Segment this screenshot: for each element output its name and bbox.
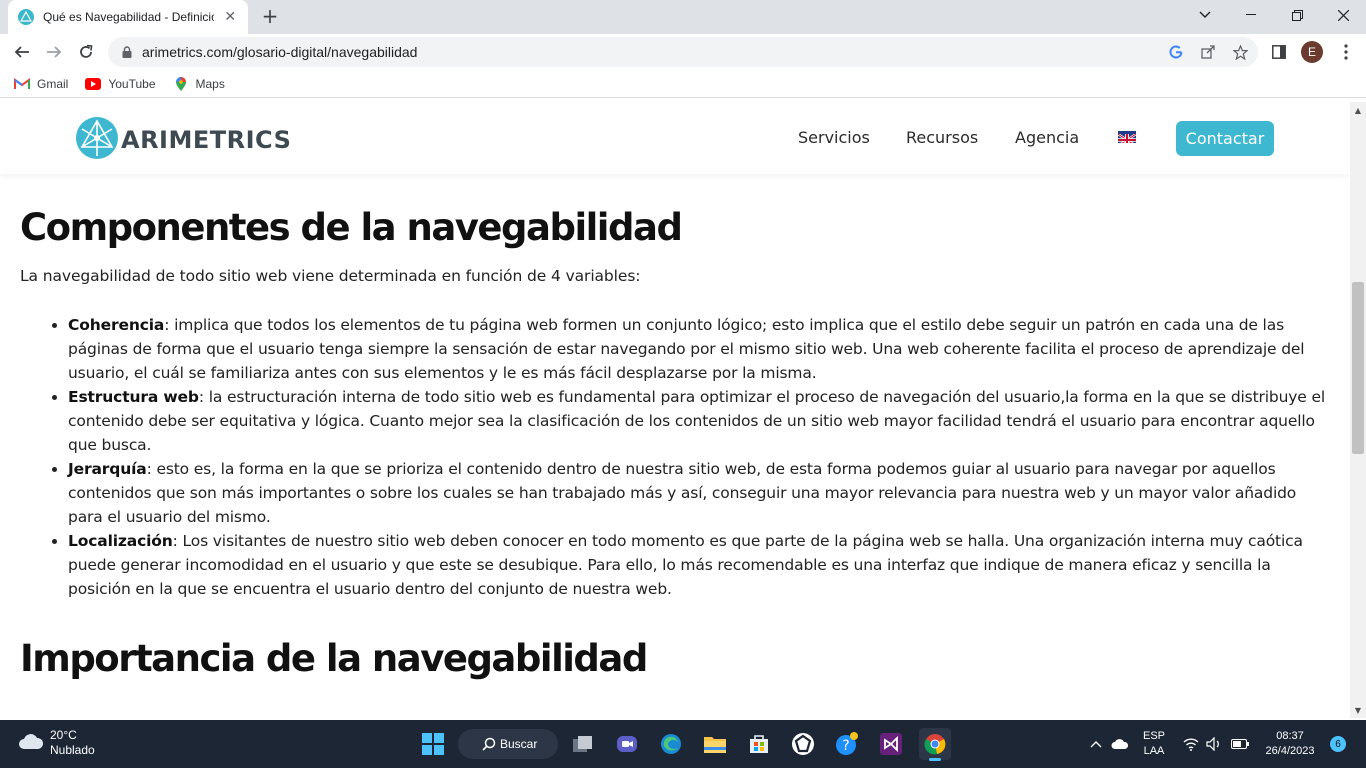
bookmarks-bar: Gmail YouTube Maps xyxy=(0,70,1366,98)
onedrive-cloud-icon[interactable] xyxy=(1110,728,1130,760)
minimize-icon[interactable] xyxy=(1228,0,1274,30)
clock[interactable]: 08:37 26/4/2023 xyxy=(1258,729,1322,759)
bookmark-gmail[interactable]: Gmail xyxy=(14,76,68,92)
weather-widget[interactable]: 20°C Nublado xyxy=(18,728,95,758)
chrome-icon[interactable] xyxy=(919,728,951,761)
browser-toolbar: arimetrics.com/glosario-digital/navegabi… xyxy=(0,34,1366,70)
list-item-text: : Los visitantes de nuestro sitio web de… xyxy=(68,532,1303,598)
site-logo[interactable]: ARIMETRICS xyxy=(75,116,291,164)
microsoft-store-icon[interactable] xyxy=(743,728,775,760)
windows-start-icon[interactable] xyxy=(417,728,449,760)
section-heading-importancia: Importancia de la navegabilidad xyxy=(20,637,648,680)
list-item-term: Localización xyxy=(68,532,173,550)
logo-text: ARIMETRICS xyxy=(121,126,292,154)
list-item-text: : implica que todos los elementos de tu … xyxy=(68,316,1305,382)
search-label: Buscar xyxy=(500,737,538,751)
arimetrics-favicon-icon xyxy=(18,9,34,25)
section-heading-componentes: Componentes de la navegabilidad xyxy=(20,206,683,249)
battery-icon[interactable] xyxy=(1229,728,1251,760)
language-indicator[interactable]: ESP LAA xyxy=(1140,729,1168,759)
clock-time: 08:37 xyxy=(1276,730,1304,742)
list-item-term: Coherencia xyxy=(68,316,165,334)
youtube-icon xyxy=(85,76,102,92)
arimetrics-logo-icon xyxy=(75,116,119,164)
site-header: ARIMETRICS Servicios Recursos Agencia Co… xyxy=(0,102,1350,174)
side-panel-icon[interactable] xyxy=(1269,42,1289,62)
tab-search-icon[interactable] xyxy=(1182,0,1228,30)
scroll-down-icon[interactable]: ▼ xyxy=(1350,702,1366,718)
back-icon[interactable] xyxy=(8,38,36,66)
address-bar[interactable]: arimetrics.com/glosario-digital/navegabi… xyxy=(108,37,1258,67)
app-shield-icon[interactable] xyxy=(787,728,819,760)
share-icon[interactable] xyxy=(1200,44,1216,60)
wifi-icon[interactable] xyxy=(1181,728,1201,760)
scroll-up-icon[interactable]: ▲ xyxy=(1350,102,1366,118)
google-icon[interactable] xyxy=(1168,44,1184,60)
list-item-term: Estructura web xyxy=(68,388,199,406)
new-tab-button[interactable]: + xyxy=(258,5,282,29)
forward-icon[interactable] xyxy=(40,38,68,66)
file-explorer-icon[interactable] xyxy=(699,728,731,760)
taskbar-search[interactable]: Buscar xyxy=(458,729,558,759)
lock-icon[interactable] xyxy=(122,43,132,62)
edge-icon[interactable] xyxy=(655,728,687,760)
teams-chat-icon[interactable] xyxy=(611,728,643,760)
page-scrollbar[interactable]: ▲ ▼ xyxy=(1350,102,1366,718)
menu-kebab-icon[interactable] xyxy=(1336,42,1356,62)
volume-icon[interactable] xyxy=(1204,728,1224,760)
clock-date: 26/4/2023 xyxy=(1265,745,1315,757)
restore-icon[interactable] xyxy=(1274,0,1320,30)
list-item: Jerarquía: esto es, la forma en la que s… xyxy=(68,457,1330,529)
task-view-icon[interactable] xyxy=(567,728,599,760)
list-item: Estructura web: la estructuración intern… xyxy=(68,385,1330,457)
bookmark-label: Maps xyxy=(195,76,225,91)
component-list: Coherencia: implica que todos los elemen… xyxy=(20,313,1330,601)
uk-flag-icon[interactable] xyxy=(1118,131,1136,143)
bookmark-youtube[interactable]: YouTube xyxy=(85,76,156,92)
url-text: arimetrics.com/glosario-digital/navegabi… xyxy=(142,44,418,60)
list-item: Localización: Los visitantes de nuestro … xyxy=(68,529,1330,601)
list-item-text: : la estructuración interna de todo siti… xyxy=(68,388,1326,454)
bookmark-maps[interactable]: Maps xyxy=(173,76,225,92)
help-icon[interactable]: ? xyxy=(831,728,863,760)
svg-text:?: ? xyxy=(842,738,849,754)
gmail-icon xyxy=(14,76,30,92)
windows-taskbar: 20°C Nublado Buscar ? ESP LAA 08:37 26/4… xyxy=(0,720,1366,768)
temperature: 20°C xyxy=(50,728,77,742)
reload-icon[interactable] xyxy=(72,38,100,66)
chevron-up-icon[interactable] xyxy=(1086,728,1106,760)
page-viewport: ARIMETRICS Servicios Recursos Agencia Co… xyxy=(0,102,1350,718)
search-icon xyxy=(482,737,496,754)
intro-paragraph: La navegabilidad de todo sitio web viene… xyxy=(20,267,641,285)
nav-servicios[interactable]: Servicios xyxy=(798,128,870,147)
article-content: Componentes de la navegabilidad La naveg… xyxy=(20,206,1330,681)
tab-close-icon[interactable]: ✕ xyxy=(222,9,238,25)
cloud-icon xyxy=(18,732,44,754)
browser-tab[interactable]: Qué es Navegabilidad - Definición ✕ xyxy=(8,0,248,34)
contact-button[interactable]: Contactar xyxy=(1176,121,1274,156)
keyboard-layout: LAA xyxy=(1143,745,1165,757)
list-item-text: : esto es, la forma en la que se prioriz… xyxy=(68,460,1297,526)
tab-strip: Qué es Navegabilidad - Definición ✕ + xyxy=(0,0,1366,34)
list-item: Coherencia: implica que todos los elemen… xyxy=(68,313,1330,385)
language-code: ESP xyxy=(1142,730,1165,742)
profile-avatar[interactable]: E xyxy=(1301,41,1323,63)
list-item-term: Jerarquía xyxy=(68,460,147,478)
nav-recursos[interactable]: Recursos xyxy=(906,128,978,147)
weather-condition: Nublado xyxy=(50,743,95,757)
close-window-icon[interactable] xyxy=(1320,0,1366,30)
active-app-indicator xyxy=(929,758,941,761)
notification-badge[interactable]: 6 xyxy=(1330,736,1346,752)
nav-agencia[interactable]: Agencia xyxy=(1015,128,1079,147)
bookmark-label: YouTube xyxy=(108,76,156,91)
bookmark-star-icon[interactable] xyxy=(1232,44,1248,60)
maps-icon xyxy=(173,76,189,92)
scroll-thumb[interactable] xyxy=(1352,282,1364,454)
tab-title: Qué es Navegabilidad - Definición xyxy=(43,10,215,24)
visual-studio-icon[interactable] xyxy=(875,728,907,760)
bookmark-label: Gmail xyxy=(37,76,69,91)
